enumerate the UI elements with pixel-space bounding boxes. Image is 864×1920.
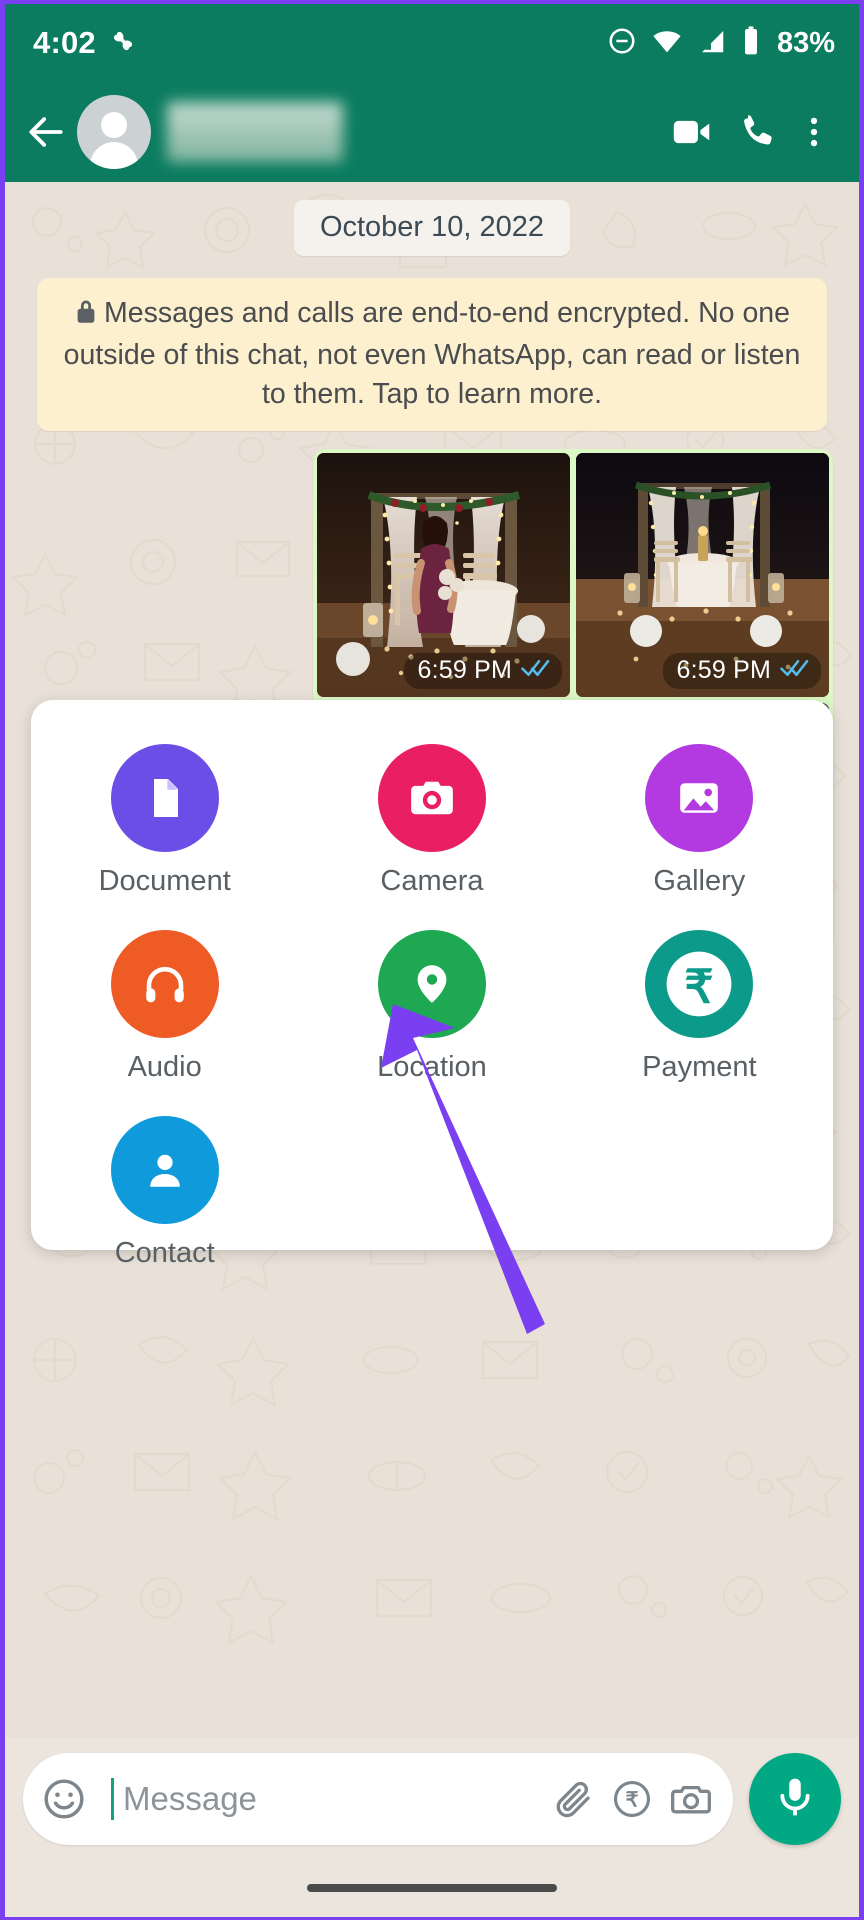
photo-meta-1: 6:59 PM — [404, 653, 562, 690]
pinwheel-icon — [108, 26, 138, 61]
video-call-icon[interactable] — [659, 99, 725, 165]
attachment-label: Location — [377, 1051, 487, 1083]
home-gesture-pill[interactable] — [307, 1884, 557, 1892]
attachment-label: Document — [98, 865, 231, 897]
attachment-camera[interactable]: Camera — [298, 744, 565, 898]
text-cursor — [111, 1778, 114, 1820]
gallery-icon[interactable] — [645, 744, 754, 852]
date-chip[interactable]: October 10, 2022 — [293, 200, 571, 256]
photo-timestamp: 6:59 PM — [417, 656, 512, 685]
contact-name-redacted[interactable] — [167, 102, 343, 162]
payment-rupee-icon[interactable]: ₹ — [611, 1778, 653, 1820]
overflow-menu-icon[interactable] — [791, 99, 837, 165]
attachment-label: Contact — [114, 1237, 215, 1269]
message-input-field[interactable]: Message — [103, 1778, 537, 1820]
svg-text:₹: ₹ — [626, 1790, 639, 1812]
emoji-icon[interactable] — [41, 1776, 87, 1822]
contact-avatar[interactable] — [77, 95, 151, 169]
attachment-label: Payment — [642, 1051, 757, 1083]
photo-meta-2: 6:59 PM — [663, 653, 821, 690]
message-input-pill[interactable]: Message ₹ — [23, 1753, 733, 1845]
attachment-payment[interactable]: ₹ Payment — [566, 930, 833, 1084]
attachment-contact[interactable]: Contact — [31, 1116, 298, 1270]
document-icon[interactable] — [110, 744, 219, 852]
person-icon[interactable] — [110, 1116, 219, 1224]
signal-icon — [697, 26, 727, 61]
camera-icon[interactable] — [377, 744, 486, 852]
status-bar: 4:02 83% — [5, 4, 859, 82]
microphone-icon — [772, 1774, 818, 1825]
read-receipt-icon — [521, 658, 551, 683]
phone-screen: 4:02 83% October 10, 2022 Messages and c… — [5, 4, 859, 1917]
attachment-grid: Document Camera Gallery Audio Location ₹… — [31, 744, 833, 1270]
gesture-nav-bar — [5, 1859, 859, 1917]
headphones-icon[interactable] — [110, 930, 219, 1038]
voice-record-button[interactable] — [749, 1753, 841, 1845]
album-photo-1[interactable]: 6:59 PM — [317, 453, 570, 698]
attachment-location[interactable]: Location — [298, 930, 565, 1084]
paperclip-icon[interactable] — [553, 1778, 595, 1820]
svg-text:₹: ₹ — [685, 960, 714, 1012]
photo-timestamp: 6:59 PM — [676, 656, 771, 685]
wifi-icon — [651, 25, 683, 62]
voice-call-icon[interactable] — [725, 99, 791, 165]
encryption-notice[interactable]: Messages and calls are end-to-end encryp… — [37, 278, 827, 432]
dnd-icon — [607, 26, 637, 61]
camera-icon[interactable] — [669, 1777, 713, 1821]
attachment-label: Audio — [127, 1051, 202, 1083]
message-placeholder: Message — [123, 1780, 257, 1817]
attachment-audio[interactable]: Audio — [31, 930, 298, 1084]
album-photo-2[interactable]: 6:59 PM — [576, 453, 829, 698]
back-arrow-icon[interactable] — [17, 103, 75, 161]
encryption-notice-text: Messages and calls are end-to-end encryp… — [63, 297, 801, 410]
status-bar-clock: 4:02 — [33, 25, 96, 60]
location-pin-icon[interactable] — [377, 930, 486, 1038]
attachment-panel: Document Camera Gallery Audio Location ₹… — [31, 700, 833, 1269]
attachment-gallery[interactable]: Gallery — [566, 744, 833, 898]
attachment-label: Gallery — [653, 865, 746, 897]
message-input-bar: Message ₹ — [5, 1739, 859, 1859]
read-receipt-icon — [780, 658, 810, 683]
battery-percentage: 83% — [776, 26, 835, 59]
attachment-document[interactable]: Document — [31, 744, 298, 898]
attachment-label: Camera — [380, 865, 484, 897]
annotation-frame: 4:02 83% October 10, 2022 Messages and c… — [0, 0, 864, 1920]
rupee-icon[interactable]: ₹ — [645, 930, 754, 1038]
lock-icon — [74, 297, 98, 336]
chat-app-bar — [5, 82, 859, 182]
battery-icon — [741, 25, 761, 62]
